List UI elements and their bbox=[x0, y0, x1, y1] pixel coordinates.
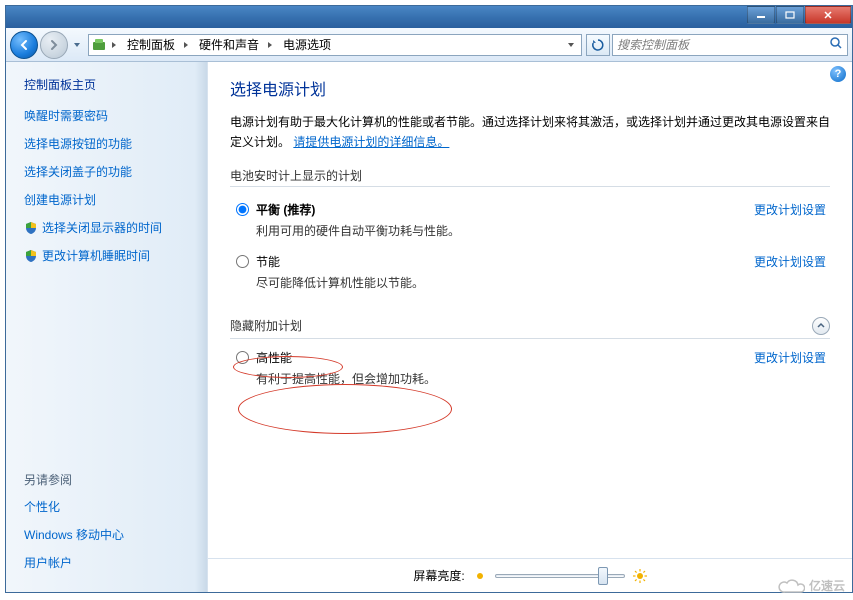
plan-description: 尽可能降低计算机性能以节能。 bbox=[256, 274, 754, 291]
plan-description: 利用可用的硬件自动平衡功耗与性能。 bbox=[256, 222, 754, 239]
plan-description: 有利于提高性能，但会增加功耗。 bbox=[256, 370, 754, 387]
sidebar-link[interactable]: 更改计算机睡眠时间 bbox=[42, 247, 150, 264]
shield-icon bbox=[24, 249, 38, 263]
slider-thumb[interactable] bbox=[598, 567, 608, 585]
body: 控制面板主页 唤醒时需要密码 选择电源按钮的功能 选择关闭盖子的功能 创建电源计… bbox=[6, 62, 852, 592]
search-box[interactable]: 搜索控制面板 bbox=[612, 34, 848, 56]
brightness-label: 屏幕亮度: bbox=[413, 567, 464, 584]
close-button[interactable] bbox=[805, 6, 851, 24]
change-plan-settings-link[interactable]: 更改计划设置 bbox=[754, 201, 830, 239]
power-plan-row: 平衡 (推荐) 利用可用的硬件自动平衡功耗与性能。 更改计划设置 bbox=[230, 191, 830, 243]
breadcrumb-segment[interactable]: 硬件和声音 bbox=[193, 35, 263, 55]
collapse-button[interactable] bbox=[812, 317, 830, 335]
nav-history-dropdown[interactable] bbox=[70, 31, 84, 59]
forward-button[interactable] bbox=[40, 31, 68, 59]
sidebar: 控制面板主页 唤醒时需要密码 选择电源按钮的功能 选择关闭盖子的功能 创建电源计… bbox=[6, 62, 208, 592]
brightness-bar: 屏幕亮度: bbox=[208, 558, 852, 592]
sidebar-link[interactable]: 选择关闭显示器的时间 bbox=[42, 219, 162, 236]
address-dropdown[interactable] bbox=[563, 41, 579, 49]
control-panel-home-link[interactable]: 控制面板主页 bbox=[24, 76, 207, 93]
plan-radio-high-performance[interactable] bbox=[236, 351, 249, 364]
breadcrumb-arrow-icon[interactable] bbox=[107, 35, 121, 55]
search-placeholder: 搜索控制面板 bbox=[617, 36, 829, 53]
see-also-link[interactable]: 个性化 bbox=[24, 498, 207, 515]
hidden-plans-label[interactable]: 隐藏附加计划 bbox=[230, 317, 812, 336]
main-content: ? 选择电源计划 电源计划有助于最大化计算机的性能或者节能。通过选择计划来将其激… bbox=[208, 62, 852, 592]
more-info-link[interactable]: 请提供电源计划的详细信息。 bbox=[293, 135, 449, 149]
search-icon bbox=[829, 36, 843, 53]
see-also-link[interactable]: Windows 移动中心 bbox=[24, 526, 207, 543]
shield-icon bbox=[24, 221, 38, 235]
hidden-plans-header: 隐藏附加计划 bbox=[230, 317, 830, 336]
titlebar bbox=[6, 6, 852, 28]
plan-name[interactable]: 平衡 (推荐) bbox=[256, 201, 754, 218]
plan-radio-balanced[interactable] bbox=[236, 203, 249, 216]
minimize-button[interactable] bbox=[747, 6, 775, 24]
maximize-button[interactable] bbox=[776, 6, 804, 24]
sun-dim-icon bbox=[473, 569, 487, 583]
see-also-link[interactable]: 用户帐户 bbox=[24, 554, 207, 571]
breadcrumb-arrow-icon[interactable] bbox=[179, 35, 193, 55]
help-icon[interactable]: ? bbox=[830, 66, 846, 82]
control-panel-icon bbox=[91, 37, 107, 53]
power-plan-row: 高性能 有利于提高性能，但会增加功耗。 更改计划设置 bbox=[230, 339, 830, 391]
plans-section-title: 电池安时计上显示的计划 bbox=[230, 167, 830, 187]
address-bar[interactable]: 控制面板 硬件和声音 电源选项 bbox=[88, 34, 582, 56]
page-description: 电源计划有助于最大化计算机的性能或者节能。通过选择计划来将其激活，或选择计划并通… bbox=[230, 112, 830, 153]
sun-bright-icon bbox=[633, 569, 647, 583]
sidebar-link[interactable]: 唤醒时需要密码 bbox=[24, 107, 207, 124]
sidebar-link[interactable]: 选择关闭盖子的功能 bbox=[24, 163, 207, 180]
breadcrumb-arrow-icon[interactable] bbox=[263, 35, 277, 55]
brightness-slider[interactable] bbox=[495, 574, 625, 578]
chevron-up-icon bbox=[816, 321, 826, 331]
plan-name[interactable]: 高性能 bbox=[256, 349, 754, 366]
breadcrumb-segment[interactable]: 电源选项 bbox=[277, 35, 335, 55]
navigation-bar: 控制面板 硬件和声音 电源选项 搜索控制面板 bbox=[6, 28, 852, 62]
plan-name[interactable]: 节能 bbox=[256, 253, 754, 270]
sidebar-link[interactable]: 创建电源计划 bbox=[24, 191, 207, 208]
page-title: 选择电源计划 bbox=[230, 76, 830, 100]
sidebar-link[interactable]: 选择电源按钮的功能 bbox=[24, 135, 207, 152]
refresh-button[interactable] bbox=[586, 34, 610, 56]
window-frame: 控制面板 硬件和声音 电源选项 搜索控制面板 控制面板主页 唤醒时需要密码 选择… bbox=[5, 5, 853, 593]
back-button[interactable] bbox=[10, 31, 38, 59]
change-plan-settings-link[interactable]: 更改计划设置 bbox=[754, 349, 830, 387]
power-plan-row: 节能 尽可能降低计算机性能以节能。 更改计划设置 bbox=[230, 243, 830, 295]
change-plan-settings-link[interactable]: 更改计划设置 bbox=[754, 253, 830, 291]
breadcrumb-segment[interactable]: 控制面板 bbox=[121, 35, 179, 55]
plan-radio-saver[interactable] bbox=[236, 255, 249, 268]
see-also-header: 另请参阅 bbox=[24, 471, 207, 488]
